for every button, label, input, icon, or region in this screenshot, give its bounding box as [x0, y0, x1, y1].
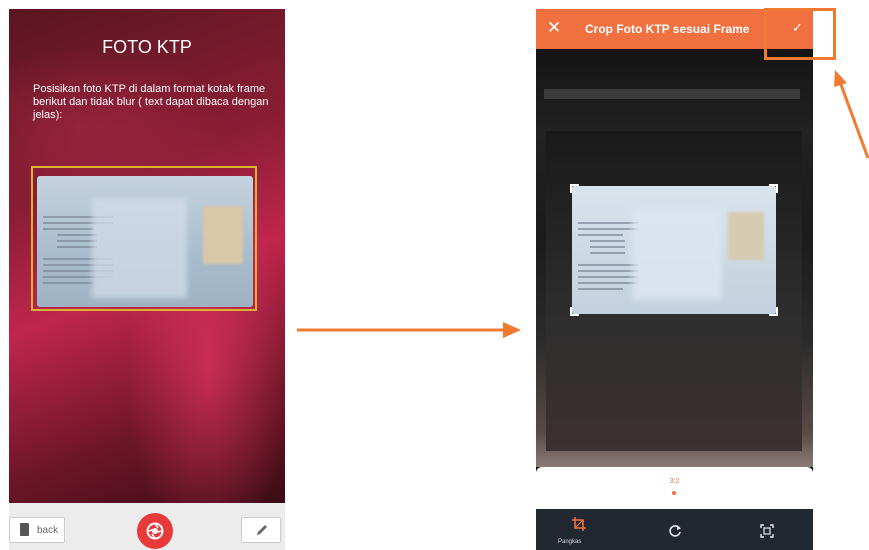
aperture-icon [146, 522, 164, 540]
aspect-ratio-panel: 3:2 [536, 467, 813, 509]
fit-frame-icon [760, 524, 774, 538]
crop-photo-area[interactable] [536, 49, 813, 467]
pointer-arrow-icon [834, 70, 869, 159]
confirm-highlight-box [764, 8, 836, 60]
card-photo [203, 206, 243, 264]
tool-crop[interactable] [572, 517, 586, 536]
crop-title: Crop Foto KTP sesuai Frame [585, 22, 750, 36]
crop-tool-bar: Pangkas [536, 509, 813, 550]
shutter-button[interactable] [137, 513, 173, 549]
pencil-icon [257, 525, 267, 535]
flow-arrow-icon [297, 322, 521, 338]
tool-crop-label: Pangkas [558, 539, 582, 545]
card-photo [728, 212, 764, 260]
ktp-frame [31, 166, 257, 311]
sd-card-icon [20, 523, 29, 536]
crop-icon [572, 517, 586, 531]
crop-handle[interactable] [570, 307, 579, 316]
camera-screen: FOTO KTP Posisikan foto KTP di dalam for… [9, 9, 285, 550]
back-label: back [37, 525, 59, 536]
crop-handle[interactable] [570, 184, 579, 193]
crop-handle[interactable] [769, 184, 778, 193]
camera-instructions: Posisikan foto KTP di dalam format kotak… [33, 83, 269, 121]
crop-handle[interactable] [769, 307, 778, 316]
selected-indicator [672, 491, 676, 495]
ktp-card-image [37, 176, 253, 307]
rotate-icon [669, 525, 681, 537]
camera-bottom-bar: back [9, 503, 285, 550]
tool-rotate[interactable] [668, 524, 682, 543]
aspect-ratio-option[interactable]: 3:2 [536, 478, 813, 485]
back-button[interactable]: back [9, 517, 65, 543]
camera-title: FOTO KTP [102, 37, 192, 57]
ktp-card-image [570, 184, 778, 316]
crop-screen: ✕ Crop Foto KTP sesuai Frame ✓ 3:2 Pangk… [536, 9, 813, 550]
edit-button[interactable] [241, 517, 281, 543]
close-icon[interactable]: ✕ [547, 18, 561, 38]
tool-fit-frame[interactable] [760, 524, 774, 543]
